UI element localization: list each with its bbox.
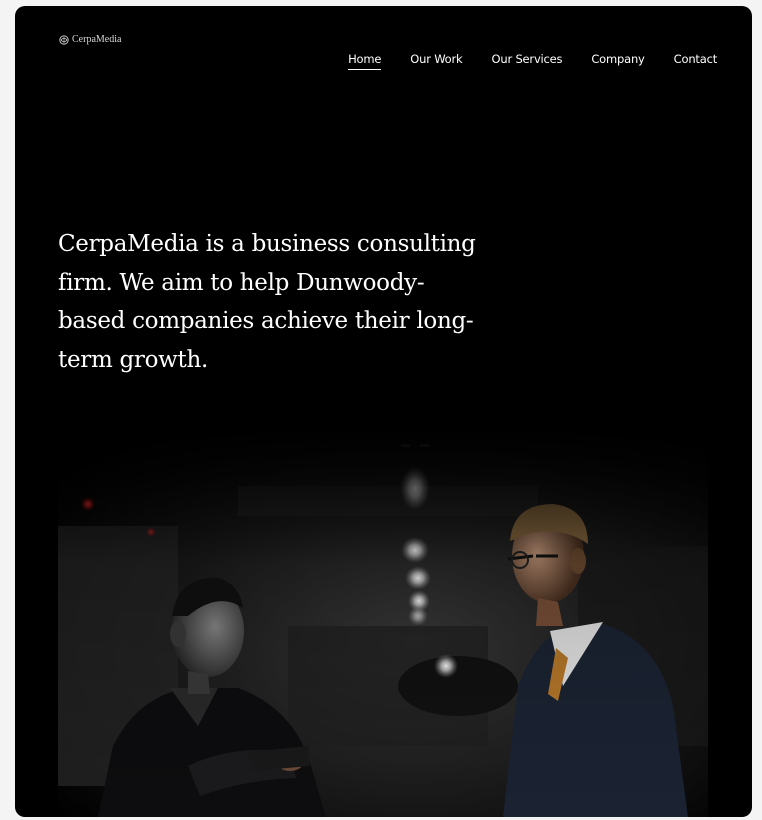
nav-contact[interactable]: Contact (674, 52, 718, 70)
nav-company[interactable]: Company (591, 52, 645, 70)
logo-mark-icon (59, 34, 69, 45)
nav-our-work[interactable]: Our Work (410, 52, 462, 70)
main-nav: Home Our Work Our Services Company Conta… (348, 52, 717, 70)
nav-our-services[interactable]: Our Services (492, 52, 563, 70)
hero-photo (58, 426, 708, 817)
logo-text: CerpaMedia (72, 34, 122, 45)
page-frame: CerpaMedia Home Our Work Our Services Co… (15, 6, 752, 817)
site-logo[interactable]: CerpaMedia (59, 34, 121, 45)
hero-headline: CerpaMedia is a business consulting firm… (58, 231, 476, 373)
nav-home[interactable]: Home (348, 52, 381, 70)
